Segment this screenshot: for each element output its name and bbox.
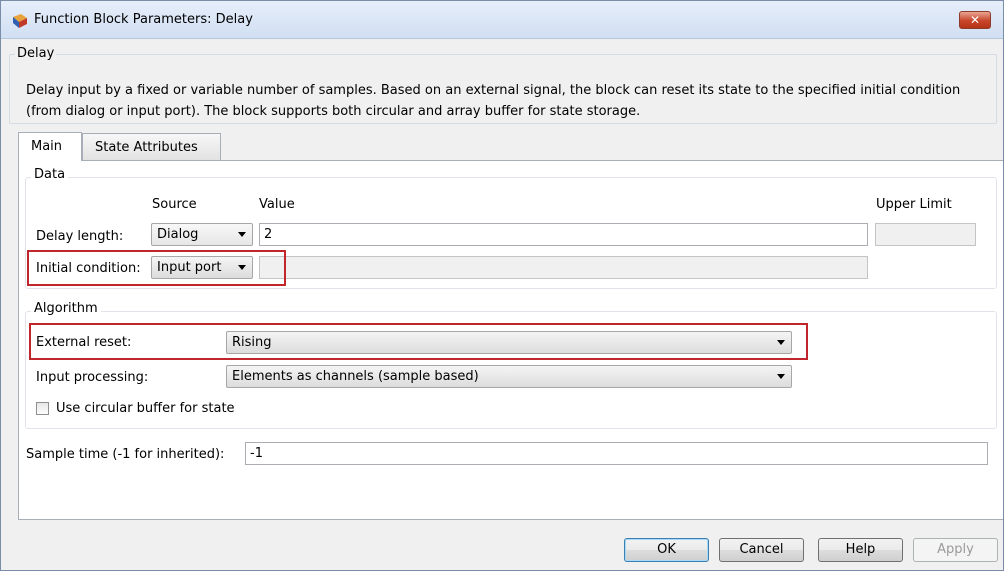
input-processing-label: Input processing:: [36, 370, 149, 385]
ok-button[interactable]: OK: [624, 538, 709, 562]
delay-length-label: Delay length:: [36, 229, 124, 244]
window-title: Function Block Parameters: Delay: [34, 12, 253, 27]
sample-time-value: -1: [250, 446, 263, 461]
delay-length-source-select[interactable]: Dialog: [151, 223, 253, 246]
value-header: Value: [259, 197, 295, 212]
delay-length-upper-limit-input[interactable]: [875, 223, 976, 246]
upper-limit-header: Upper Limit: [876, 197, 952, 212]
external-reset-highlight: [29, 323, 808, 360]
apply-button[interactable]: Apply: [913, 538, 998, 562]
cancel-button[interactable]: Cancel: [719, 538, 804, 562]
chevron-down-icon: [777, 374, 785, 379]
initial-condition-value-input[interactable]: [259, 256, 868, 279]
delay-length-value-input[interactable]: 2: [259, 223, 868, 246]
algorithm-group-label: Algorithm: [31, 301, 101, 316]
delay-length-source-value: Dialog: [157, 227, 199, 242]
delay-length-value: 2: [264, 227, 273, 242]
sample-time-input[interactable]: -1: [245, 442, 988, 465]
help-button[interactable]: Help: [818, 538, 903, 562]
dialog-window: Function Block Parameters: Delay ✕ Delay…: [0, 0, 1004, 571]
tab-state-attributes[interactable]: State Attributes: [82, 133, 221, 160]
sample-time-label: Sample time (-1 for inherited):: [26, 447, 225, 462]
chevron-down-icon: [238, 232, 246, 237]
initial-condition-highlight: [27, 250, 286, 286]
input-processing-value: Elements as channels (sample based): [232, 369, 479, 384]
circular-buffer-label: Use circular buffer for state: [56, 401, 235, 416]
circular-buffer-checkbox[interactable]: [36, 402, 49, 415]
simulink-block-icon: [12, 13, 28, 29]
block-name-label: Delay: [15, 46, 57, 61]
source-header: Source: [152, 197, 197, 212]
data-group-label: Data: [31, 167, 69, 182]
title-bar[interactable]: Function Block Parameters: Delay ✕: [1, 1, 1003, 39]
tab-main[interactable]: Main: [18, 132, 82, 161]
input-processing-select[interactable]: Elements as channels (sample based): [226, 365, 792, 388]
block-description: Delay input by a fixed or variable numbe…: [26, 83, 961, 119]
close-button[interactable]: ✕: [959, 11, 991, 29]
close-icon: ✕: [969, 13, 981, 27]
